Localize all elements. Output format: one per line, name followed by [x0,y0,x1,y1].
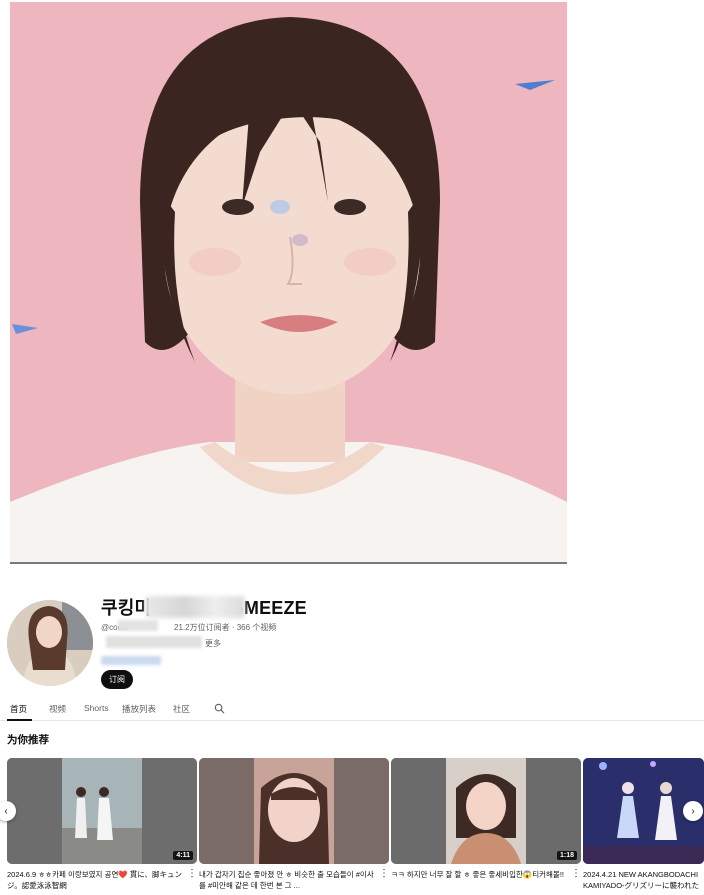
channel-banner [10,2,567,564]
video-thumbnail[interactable]: 4:11 [7,758,197,864]
more-vert-icon[interactable]: ⋮ [571,868,581,879]
tab-shorts[interactable]: Shorts [84,703,109,713]
video-shelf: 4:11 2024.6.9 ㅎㅎ카페 이랑보였지 공연❤️ 貫に、脚キュンジ。認… [0,758,704,895]
video-card[interactable]: 내가 갑자기 집순 좋아졌 안 ㅎ 비슷한 출 모습들이 #이사를 #미안해 같… [199,758,389,890]
redacted-description-overlay [106,636,202,648]
tab-community[interactable]: 社区 [173,703,190,715]
active-tab-indicator [7,719,32,721]
video-title[interactable]: 2024.4.21 NEW AKANGBODACHI KAMIYADO-グリズリ… [583,869,704,891]
description-more-link[interactable]: 更多 [205,639,221,648]
section-title: 为你推荐 [7,734,49,746]
redacted-link-overlay[interactable] [101,656,161,665]
redacted-name-overlay [145,596,245,618]
thumbnail-image [391,758,581,864]
video-duration: 4:11 [173,851,193,860]
video-duration: 1:18 [556,851,577,860]
thumbnail-image [199,758,389,864]
more-vert-icon[interactable]: ⋮ [379,868,389,879]
channel-stats: 21.2万位订阅者 · 366 个视频 [174,623,277,632]
tab-playlists[interactable]: 播放列表 [122,703,156,715]
video-card[interactable]: 1:18 ㅋㅋ 하지만 너무 잘 할 ㅎ 좋은 좋세비입한😱티커해볼!! ⋮ [391,758,581,879]
video-title[interactable]: ㅋㅋ 하지만 너무 잘 할 ㅎ 좋은 좋세비입한😱티커해볼!! [391,869,571,891]
search-icon[interactable] [214,703,225,714]
more-vert-icon[interactable]: ⋮ [187,868,197,879]
video-thumbnail[interactable]: 1:18 [391,758,581,864]
video-thumbnail[interactable] [199,758,389,864]
tab-home[interactable]: 首页 [10,703,27,715]
video-title[interactable]: 2024.6.9 ㅎㅎ카페 이랑보였지 공연❤️ 貫に、脚キュンジ。認愛泳泳智網 [7,869,187,891]
chevron-right-icon[interactable]: › [683,801,703,821]
video-title[interactable]: 내가 갑자기 집순 좋아졌 안 ㅎ 비슷한 출 모습들이 #이사를 #미안해 같… [199,869,379,891]
thumbnail-image [7,758,197,864]
redacted-handle-overlay [118,620,158,631]
avatar-image [7,600,93,686]
channel-avatar[interactable] [7,600,93,686]
video-card[interactable]: 4:11 2024.6.9 ㅎㅎ카페 이랑보였지 공연❤️ 貫に、脚キュンジ。認… [7,758,197,890]
tab-videos[interactable]: 视频 [49,703,66,715]
banner-image [10,2,567,564]
subscribe-button[interactable]: 订阅 [101,670,133,689]
banner-divider [10,562,567,564]
channel-tabs: 首页 视频 Shorts 播放列表 社区 [0,700,704,721]
